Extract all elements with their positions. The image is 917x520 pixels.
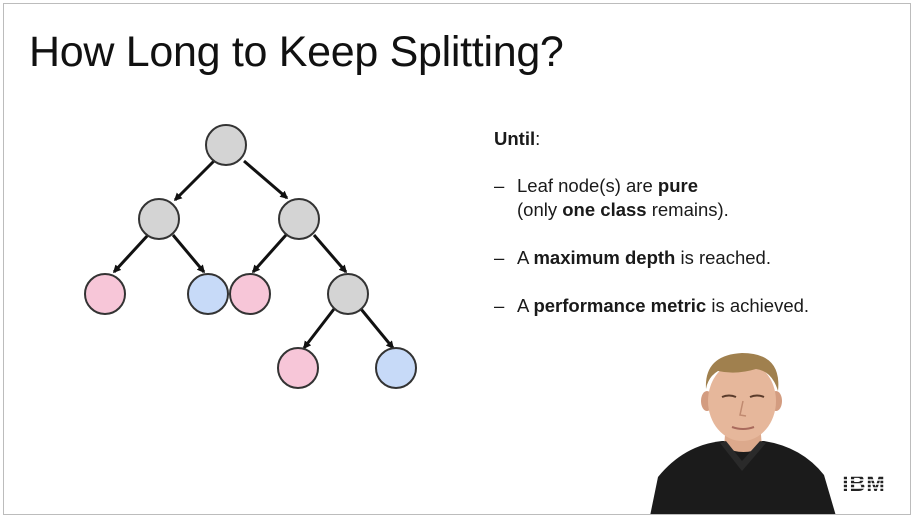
ibm-logo: IBM [837,471,891,495]
internal-node [138,198,180,240]
leaf-node-pink [229,273,271,315]
tree-edge [251,234,288,274]
slide: How Long to Keep Splitting? Until: – Lea… [3,3,911,515]
tree-edge [173,159,216,202]
leaf-node-blue [375,347,417,389]
stopping-criteria: Until: – Leaf node(s) are pure (only one… [494,127,874,342]
text: Leaf node(s) are [517,175,658,196]
internal-node [278,198,320,240]
text: A [517,247,534,268]
leaf-node-pink [84,273,126,315]
criteria-heading: Until: [494,127,874,151]
bullet-dash: – [494,295,505,316]
tree-edge [302,308,336,350]
bullet-dash: – [494,175,505,196]
text: A [517,295,534,316]
tree-edge [171,234,206,274]
root-node [205,124,247,166]
bold-text: pure [657,175,698,196]
criterion-pure-leaves: – Leaf node(s) are pure (only one class … [494,174,874,222]
text: (only [517,199,563,220]
leaf-node-blue [187,273,229,315]
leaf-node-pink [277,347,319,389]
bold-text: one class [562,199,647,220]
text: is reached. [675,247,771,268]
heading-text: Until [494,128,536,149]
presenter-video [650,353,836,514]
criterion-line: (only one class remains). [517,198,874,222]
internal-node [327,273,369,315]
tree-edge [112,233,150,274]
heading-colon: : [535,128,541,149]
criterion-max-depth: – A maximum depth is reached. [494,246,874,270]
text: remains). [646,199,729,220]
tree-edge [359,308,395,350]
tree-edge [243,159,289,200]
bold-text: maximum depth [533,247,676,268]
text: is achieved. [706,295,810,316]
criterion-line: Leaf node(s) are pure [517,174,874,198]
bold-text: performance metric [533,295,707,316]
tree-edge [312,234,348,274]
ibm-logo-text: IBM [842,471,885,495]
criterion-performance-metric: – A performance metric is achieved. [494,294,874,318]
bullet-dash: – [494,247,505,268]
